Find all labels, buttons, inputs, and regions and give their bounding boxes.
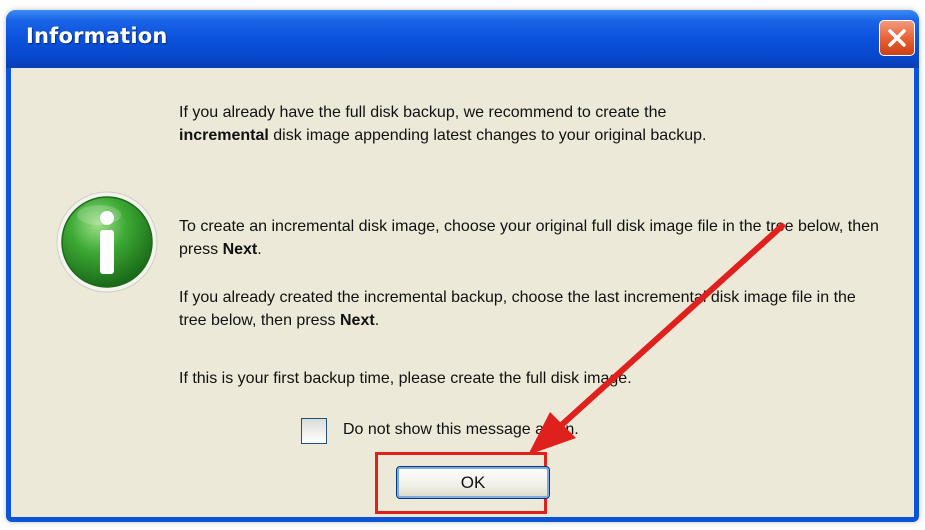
info-icon <box>56 191 158 293</box>
screenshot: Information If you already have the full… <box>0 0 925 530</box>
information-dialog: Information If you already have the full… <box>6 10 919 522</box>
title-bar[interactable]: Information <box>6 10 919 68</box>
close-button[interactable] <box>879 20 915 56</box>
message-paragraph-4: If this is your first backup time, pleas… <box>179 370 632 387</box>
emphasis-incremental: incremental <box>179 127 269 144</box>
dont-show-again-checkbox[interactable] <box>301 418 327 444</box>
dialog-title: Information <box>26 24 168 48</box>
message-paragraph-3: If you already created the incremental b… <box>179 289 856 329</box>
close-icon <box>888 29 906 47</box>
message-paragraph-1: If you already have the full disk backup… <box>179 104 707 144</box>
dont-show-again-label[interactable]: Do not show this message again. <box>343 421 579 439</box>
dialog-body: If you already have the full disk backup… <box>11 68 914 517</box>
ok-button[interactable]: OK <box>396 466 550 499</box>
emphasis-next: Next <box>340 312 375 329</box>
message-paragraph-2: To create an incremental disk image, cho… <box>179 218 879 258</box>
emphasis-next: Next <box>222 241 258 258</box>
